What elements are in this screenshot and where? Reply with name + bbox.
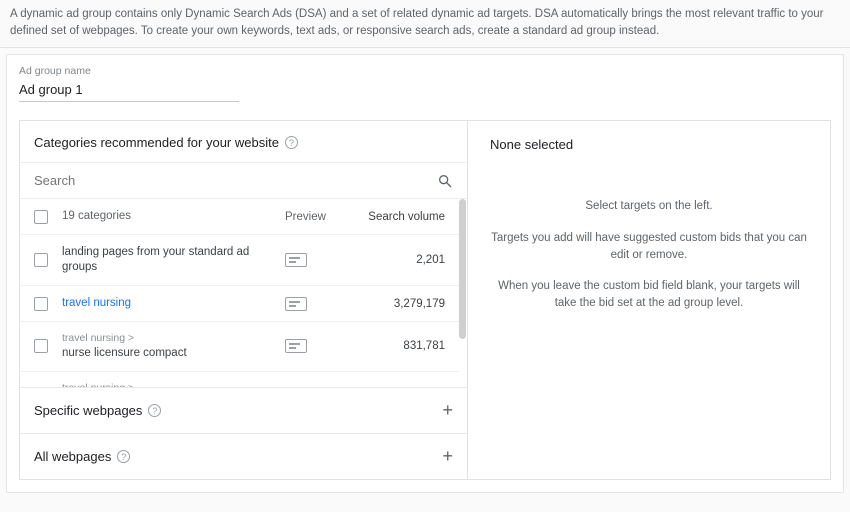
- plus-icon[interactable]: +: [442, 446, 453, 467]
- ad-group-name-label: Ad group name: [19, 65, 831, 77]
- category-parent: travel nursing >: [62, 332, 285, 346]
- selection-pane: None selected Select targets on the left…: [468, 121, 830, 479]
- scrollbar-thumb[interactable]: [459, 199, 466, 339]
- selection-hint-3: When you leave the custom bid field blan…: [490, 278, 808, 313]
- category-name: landing pages from your standard ad grou…: [62, 246, 249, 273]
- categories-pane: Categories recommended for your website …: [20, 121, 468, 479]
- preview-icon[interactable]: [285, 339, 307, 353]
- table-row[interactable]: travel nursing 3,279,179: [20, 286, 459, 322]
- row-checkbox[interactable]: [34, 297, 48, 311]
- search-volume: 3,279,179: [355, 298, 445, 310]
- category-name[interactable]: travel nursing: [62, 297, 131, 309]
- search-icon[interactable]: [437, 173, 453, 189]
- specific-webpages-label: Specific webpages: [34, 403, 142, 418]
- all-webpages-section[interactable]: All webpages ? +: [20, 433, 467, 479]
- count-header: 19 categories: [62, 209, 285, 224]
- selection-title: None selected: [490, 137, 808, 152]
- search-volume: 831,781: [355, 340, 445, 352]
- table-row[interactable]: travel nursing > nurse licensure compact…: [20, 322, 459, 372]
- search-volume: 2,201: [355, 254, 445, 266]
- row-checkbox[interactable]: [34, 253, 48, 267]
- category-name: nurse licensure compact: [62, 346, 285, 361]
- categories-header-row: 19 categories Preview Search volume: [20, 199, 459, 235]
- search-input[interactable]: [34, 169, 437, 192]
- page-description: A dynamic ad group contains only Dynamic…: [0, 0, 850, 48]
- category-parent: travel nursing >: [62, 382, 285, 388]
- select-all-checkbox[interactable]: [34, 210, 48, 224]
- help-icon[interactable]: ?: [285, 136, 298, 149]
- preview-header: Preview: [285, 211, 355, 223]
- ad-group-card: Ad group name Categories recommended for…: [6, 54, 844, 493]
- preview-icon[interactable]: [285, 297, 307, 311]
- help-icon[interactable]: ?: [117, 450, 130, 463]
- all-webpages-label: All webpages: [34, 449, 111, 464]
- selection-hint-2: Targets you add will have suggested cust…: [490, 230, 808, 265]
- volume-header: Search volume: [355, 211, 445, 223]
- categories-title: Categories recommended for your website: [34, 135, 279, 150]
- help-icon[interactable]: ?: [148, 404, 161, 417]
- preview-icon[interactable]: [285, 253, 307, 267]
- row-checkbox[interactable]: [34, 339, 48, 353]
- table-row[interactable]: travel nursing > travel nurses 644,163: [20, 372, 459, 388]
- ad-group-name-input[interactable]: [19, 79, 239, 102]
- selection-hint-1: Select targets on the left.: [490, 198, 808, 215]
- specific-webpages-section[interactable]: Specific webpages ? +: [20, 387, 467, 433]
- plus-icon[interactable]: +: [442, 400, 453, 421]
- table-row[interactable]: landing pages from your standard ad grou…: [20, 235, 459, 286]
